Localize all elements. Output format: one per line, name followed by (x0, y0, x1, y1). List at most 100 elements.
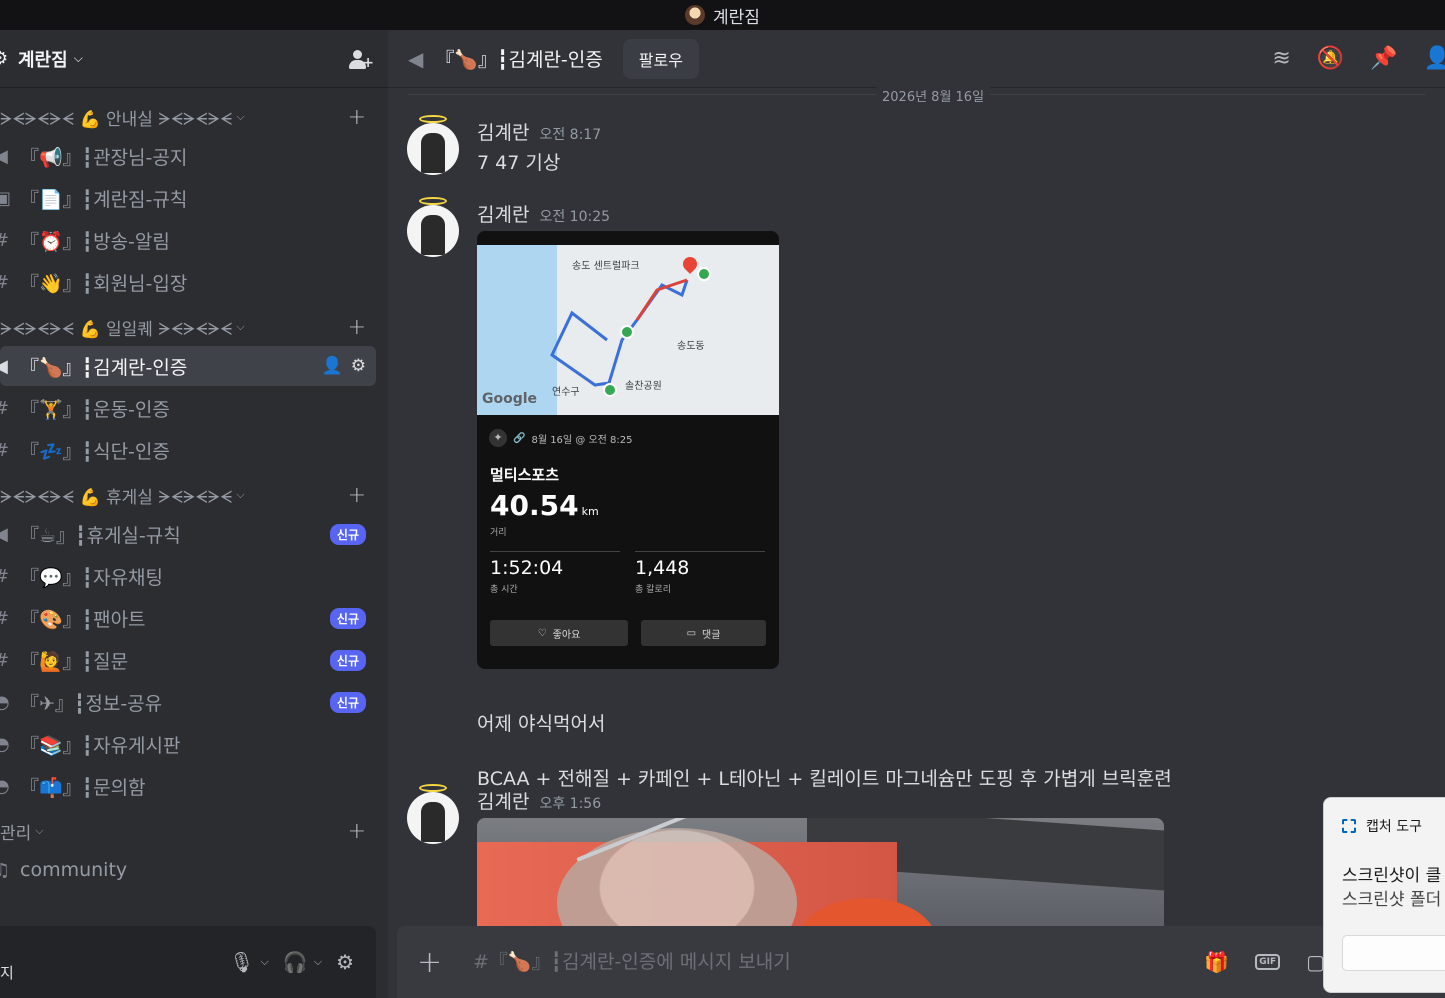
announcement-icon: ◀ (0, 523, 8, 545)
snipping-tool-icon (1342, 819, 1356, 833)
chevron-down-icon[interactable]: ⌵ (260, 955, 268, 969)
snipping-tool-notification[interactable]: 캡처 도구 스크린샷이 클 스크린샷 폴더 (1323, 797, 1445, 993)
calories-label: 총 칼로리 (635, 585, 671, 595)
channel-item[interactable]: #『🎨』┇팬아트신규 (0, 598, 376, 638)
category-lounge[interactable]: ᗒᗕᗒᗕᗒᗕ 💪 휴게실 ᗒᗕᗒᗕᗒᗕ ⌵ + (0, 478, 388, 512)
forum-icon: ◓ (0, 691, 10, 713)
hashtag-icon: # (0, 398, 16, 419)
divider (490, 551, 620, 552)
server-settings-icon: ⚙ (0, 48, 9, 69)
like-button[interactable]: ♡ 좋아요 (490, 620, 628, 646)
time-label: 총 시간 (490, 585, 518, 595)
threads-icon[interactable]: ≋ (1272, 46, 1290, 71)
chat-header: ◀ 『🍗』┇김계란-인증 팔로우 ≋ 🔕 📌 👤 (388, 30, 1445, 88)
date-divider: 2026년 8월 16일 (408, 86, 1425, 105)
follow-button[interactable]: 팔로우 (622, 38, 699, 79)
server-header[interactable]: ⚙ 계란짐 ⌵ + (0, 30, 388, 88)
add-channel-icon[interactable]: + (348, 315, 366, 340)
channel-item[interactable]: #『🏋』┇운동-인증 (0, 388, 376, 428)
heart-icon: ♡ (537, 627, 547, 639)
activity-datetime: 8월 16일 @ 오전 8:25 (531, 434, 633, 446)
activity-type: 멀티스포츠 (490, 466, 560, 484)
chevron-down-icon: ⌵ (236, 488, 245, 501)
invite-icon[interactable]: 👤 (322, 356, 343, 376)
add-channel-icon[interactable]: + (348, 819, 366, 844)
message-text: 7 47 기상 (477, 152, 561, 174)
message-author[interactable]: 김계란 (477, 200, 529, 227)
category-daily[interactable]: ᗒᗕᗒᗕᗒᗕ 💪 일일퀘 ᗒᗕᗒᗕᗒᗕ ⌵ + (0, 310, 388, 344)
google-logo: Google (482, 391, 538, 407)
channel-item[interactable]: #『💤』┇식단-인증 (0, 430, 376, 470)
category-info[interactable]: ᗒᗕᗒᗕᗒᗕ 💪 안내실 ᗒᗕᗒᗕᗒᗕ ⌵ + (0, 100, 388, 134)
hashtag-icon: # (0, 608, 16, 629)
toast-app-name: 캡처 도구 (1366, 819, 1422, 835)
link-icon: 🔗 (513, 432, 526, 444)
channel-item[interactable]: #『💬』┇자유채팅 (0, 556, 376, 596)
message-composer: + 🎁 GIF ▢ (397, 926, 1445, 998)
chevron-down-icon: ⌵ (73, 51, 83, 65)
hashtag-icon: # (0, 440, 16, 461)
server-avatar-icon (685, 5, 706, 25)
toast-message: 스크린샷이 클 (1342, 866, 1442, 886)
server-name: 계란짐 (18, 49, 68, 71)
stage-icon: ♫ (0, 859, 11, 881)
member-list-icon[interactable]: 👤 (1424, 46, 1445, 71)
channel-item[interactable]: ◓ 『📫』┇문의함 (0, 766, 376, 806)
channel-item-voice[interactable]: ♫ community (0, 850, 376, 890)
microphone-icon[interactable]: 🎙 (229, 950, 254, 974)
transition-pin-icon (620, 325, 634, 339)
user-status: 지 (0, 963, 14, 982)
announcement-icon: ◀ (408, 46, 424, 71)
new-badge: 신규 (329, 649, 366, 671)
add-channel-icon[interactable]: + (348, 483, 366, 508)
add-channel-icon[interactable]: + (348, 105, 366, 130)
message-time: 오후 1:56 (539, 796, 602, 812)
comment-icon: ▭ (686, 627, 697, 639)
channel-item[interactable]: ◀ 『📢』┇관장님-공지 (0, 136, 376, 176)
avatar[interactable] (406, 197, 460, 257)
toast-action-button[interactable] (1342, 935, 1445, 971)
attach-plus-icon[interactable]: + (417, 945, 447, 980)
multisport-icon: ✦ (489, 429, 507, 447)
channel-item[interactable]: ▣ 『📄』┇계란짐-규칙 (0, 178, 376, 218)
chevron-down-icon: ⌵ (35, 824, 44, 837)
message-input[interactable] (473, 951, 1205, 973)
new-badge: 신규 (329, 691, 366, 713)
gif-icon[interactable]: GIF (1255, 954, 1281, 970)
channel-item[interactable]: ◓ 『✈』┇정보-공유 신규 (0, 682, 376, 722)
route-map[interactable]: 송도 센트럴파크 솔찬공원 송도동 연수구 Google (477, 245, 779, 415)
chevron-down-icon[interactable]: ⌵ (314, 955, 322, 969)
gift-icon[interactable]: 🎁 (1204, 950, 1229, 974)
activity-calories: 1,448 (635, 557, 690, 579)
activity-embed[interactable]: 송도 센트럴파크 솔찬공원 송도동 연수구 Google ✦ 🔗 8월 16일 … (477, 231, 779, 669)
message-author[interactable]: 김계란 (477, 787, 529, 814)
comment-button[interactable]: ▭ 댓글 (641, 620, 766, 646)
channel-item-active[interactable]: ◀ 『🍗』┇김계란-인증 👤 ⚙ (0, 346, 376, 386)
hashtag-icon: # (0, 566, 16, 587)
pin-icon[interactable]: 📌 (1370, 46, 1397, 71)
gear-icon[interactable]: ⚙ (351, 356, 366, 376)
hashtag-icon: # (0, 272, 16, 293)
chevron-down-icon: ⌵ (236, 320, 245, 333)
channel-item[interactable]: #『👋』┇회원님-입장 (0, 262, 376, 302)
channel-item[interactable]: #『🙋』┇질문신규 (0, 640, 376, 680)
avatar[interactable] (406, 115, 460, 175)
forum-icon: ◓ (0, 733, 10, 755)
message-author[interactable]: 김계란 (477, 118, 529, 145)
avatar[interactable] (406, 784, 460, 844)
message-text: 어제 야식먹어서 (477, 713, 606, 735)
category-admin[interactable]: 관리 ⌵ + (0, 814, 388, 848)
start-pin-icon (697, 267, 711, 281)
channel-item[interactable]: ◀ 『☕』┇휴게실-규칙 신규 (0, 514, 376, 554)
attached-photo[interactable] (477, 818, 1164, 928)
channel-item[interactable]: #『⏰』┇방송-알림 (0, 220, 376, 260)
invite-people-icon[interactable]: + (348, 48, 374, 70)
headphones-icon[interactable]: 🎧 (283, 950, 308, 974)
chat-area: ◀ 『🍗』┇김계란-인증 팔로우 ≋ 🔕 📌 👤 2026년 8월 16일 김계… (388, 30, 1445, 998)
window-title: 계란짐 (713, 7, 760, 28)
user-settings-icon[interactable]: ⚙ (336, 950, 354, 974)
forum-icon: ◓ (0, 775, 10, 797)
notification-muted-icon[interactable]: 🔕 (1317, 46, 1344, 71)
channel-item[interactable]: ◓ 『📚』┇자유게시판 (0, 724, 376, 764)
activity-summary: ✦ 🔗 8월 16일 @ 오전 8:25 멀티스포츠 40.54 km 거리 1:… (477, 415, 779, 669)
